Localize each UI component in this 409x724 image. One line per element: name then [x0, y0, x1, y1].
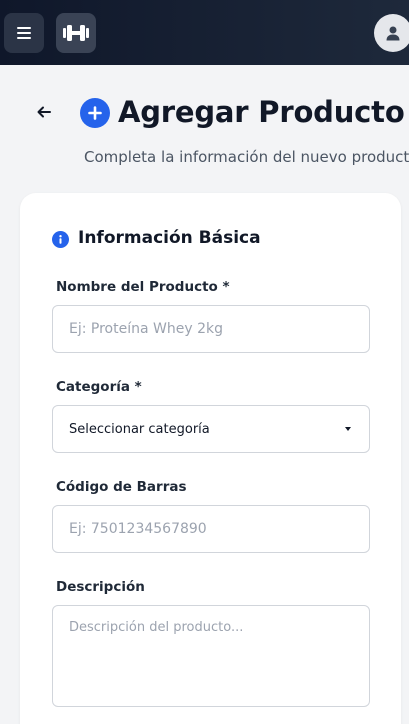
- description-textarea[interactable]: [52, 605, 370, 707]
- category-selected-value: Seleccionar categoría: [69, 421, 210, 437]
- logo-button[interactable]: [56, 13, 96, 53]
- user-icon: [386, 26, 400, 41]
- product-name-input[interactable]: [52, 305, 370, 353]
- top-navbar: [0, 0, 409, 65]
- category-label: Categoría *: [56, 379, 142, 395]
- description-label: Descripción: [56, 579, 145, 595]
- menu-icon: [17, 27, 31, 39]
- menu-button[interactable]: [4, 13, 44, 53]
- user-avatar[interactable]: [374, 14, 409, 52]
- category-select[interactable]: Seleccionar categoría: [52, 405, 370, 453]
- info-icon: [52, 231, 69, 248]
- product-name-label: Nombre del Producto *: [56, 279, 230, 295]
- barcode-label: Código de Barras: [56, 479, 187, 495]
- section-title: Información Básica: [78, 228, 261, 248]
- page-subtitle: Completa la información del nuevo produc…: [84, 148, 409, 166]
- arrow-left-icon: [37, 106, 51, 118]
- dumbbell-icon: [63, 25, 89, 41]
- barcode-input[interactable]: [52, 505, 370, 553]
- plus-circle-icon: [80, 98, 110, 128]
- back-button[interactable]: [34, 102, 54, 122]
- caret-down-icon: [345, 427, 351, 431]
- page-title: Agregar Producto: [118, 95, 405, 129]
